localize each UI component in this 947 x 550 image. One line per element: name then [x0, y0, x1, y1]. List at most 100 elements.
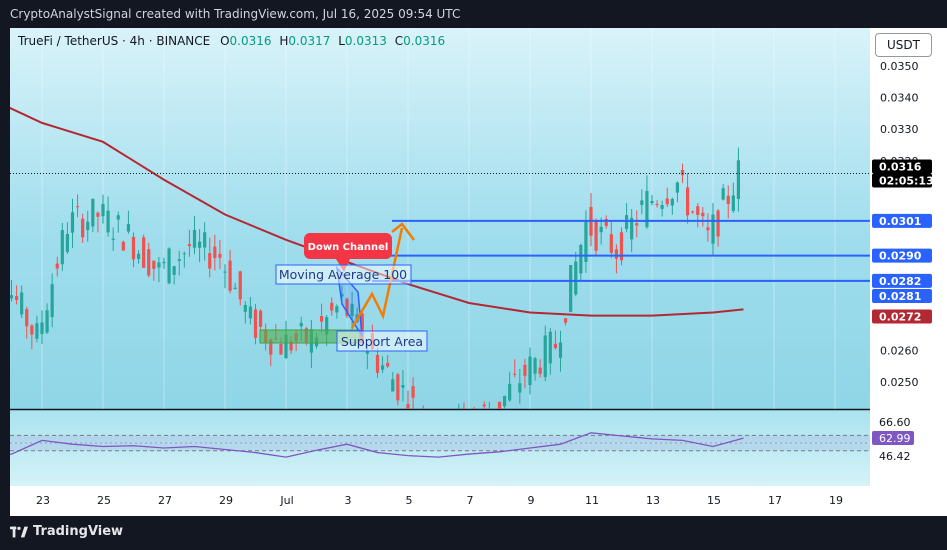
time-axis-background: [10, 486, 870, 516]
candle-body: [279, 343, 283, 355]
candle-body: [60, 230, 64, 265]
candle-body: [396, 374, 400, 401]
candle-body: [528, 356, 532, 386]
symbol-legend[interactable]: TrueFi / TetherUS · 4h · BINANCE O0.0316…: [18, 34, 445, 48]
candle-body: [513, 373, 517, 375]
chart-svg[interactable]: 0.03500.03400.03300.03200.02600.02500.03…: [0, 0, 947, 550]
candle-body: [640, 200, 644, 205]
candle-body: [330, 302, 334, 311]
open-value: 0.0316: [229, 34, 272, 48]
candle-body: [121, 241, 125, 251]
candle-body: [20, 292, 24, 315]
candle-body: [258, 310, 263, 327]
candle-body: [116, 215, 120, 220]
moving-average-label: Moving Average 100: [279, 267, 407, 282]
support-area-label: Support Area: [341, 334, 423, 349]
time-tick-label: 9: [528, 494, 535, 507]
candle-body: [518, 383, 522, 393]
candle-body: [106, 210, 110, 233]
candle-body: [147, 249, 151, 276]
candle-body: [538, 367, 542, 374]
candle-body: [223, 271, 227, 273]
candle-body: [563, 318, 568, 323]
candle-body: [228, 260, 232, 291]
candle-body: [187, 244, 192, 247]
candle-body: [172, 266, 176, 275]
candle-body: [533, 358, 537, 374]
time-tick-label: 23: [36, 494, 50, 507]
candle-body: [594, 220, 598, 251]
close-value: 0.0316: [403, 34, 446, 48]
price-label-countdown: 02:05:13: [879, 174, 934, 187]
candle-body: [502, 395, 507, 407]
currency-button[interactable]: USDT: [875, 33, 932, 57]
candle-body: [157, 262, 161, 268]
time-tick-label: 7: [467, 494, 474, 507]
symbol-name: TrueFi / TetherUS · 4h · BINANCE: [18, 34, 211, 48]
candle-body: [711, 214, 715, 244]
candle-body: [65, 233, 70, 252]
price-label-level: 0.0301: [879, 215, 921, 228]
candle-body: [253, 309, 258, 338]
price-label-level: 0.0281: [879, 290, 921, 303]
candle-body: [696, 206, 700, 215]
close-label: C: [394, 34, 404, 48]
candle-body: [319, 316, 324, 322]
price-tick-label: 0.0330: [880, 123, 919, 136]
candle-body: [691, 211, 695, 213]
candle-body: [731, 195, 735, 211]
candle-body: [55, 263, 59, 269]
candle-body: [375, 354, 380, 373]
time-tick-label: 3: [345, 494, 352, 507]
candle-body: [660, 205, 664, 209]
time-tick-label: Jul: [279, 494, 293, 507]
candle-body: [650, 200, 654, 204]
candle-body: [218, 253, 222, 258]
candle-body: [680, 170, 685, 176]
candle-body: [238, 271, 242, 300]
candle-body: [96, 212, 100, 217]
candle-body: [665, 198, 669, 205]
candle-body: [401, 385, 405, 388]
candle-body: [614, 249, 619, 259]
chart-screenshot: CryptoAnalystSignal created with Trading…: [0, 0, 947, 550]
candle-body: [635, 223, 639, 226]
candle-body: [569, 265, 573, 312]
candle-body: [380, 365, 385, 370]
candle-body: [111, 238, 115, 240]
candle-body: [574, 261, 578, 295]
candle-body: [655, 204, 659, 206]
candle-body: [706, 227, 710, 231]
candle-body: [136, 253, 141, 259]
candle-body: [14, 296, 19, 301]
bottom-bar: TradingView: [0, 516, 947, 550]
price-label-current: 0.0316: [879, 160, 922, 173]
price-tick-label: 0.0350: [880, 60, 919, 73]
candle-body: [81, 218, 85, 238]
price-label-level: 0.0282: [879, 275, 921, 288]
price-tick-label: 0.0250: [880, 376, 919, 389]
candle-body: [701, 212, 705, 217]
candle-body: [91, 198, 95, 227]
left-edge: [0, 28, 10, 516]
candle-body: [152, 260, 156, 269]
low-value: 0.0313: [344, 34, 387, 48]
rsi-axis-label: 62.99: [879, 432, 911, 445]
tradingview-logo[interactable]: TradingView: [10, 524, 123, 539]
candle-body: [548, 331, 552, 364]
down-channel-label: Down Channel: [308, 242, 389, 253]
candle-body: [142, 237, 146, 268]
candle-body: [599, 226, 603, 233]
brand-name: TradingView: [33, 524, 124, 539]
candle-body: [579, 244, 583, 274]
candle-body: [670, 198, 674, 206]
price-label-level: 0.0290: [879, 250, 922, 263]
candle-body: [391, 379, 395, 392]
candle-body: [101, 204, 105, 217]
candle-body: [197, 241, 202, 248]
price-tick-label: 0.0260: [880, 344, 919, 357]
rsi-axis-label: 66.60: [879, 416, 911, 429]
candle-body: [558, 342, 563, 358]
time-tick-label: 27: [158, 494, 172, 507]
time-tick-label: 19: [829, 494, 843, 507]
